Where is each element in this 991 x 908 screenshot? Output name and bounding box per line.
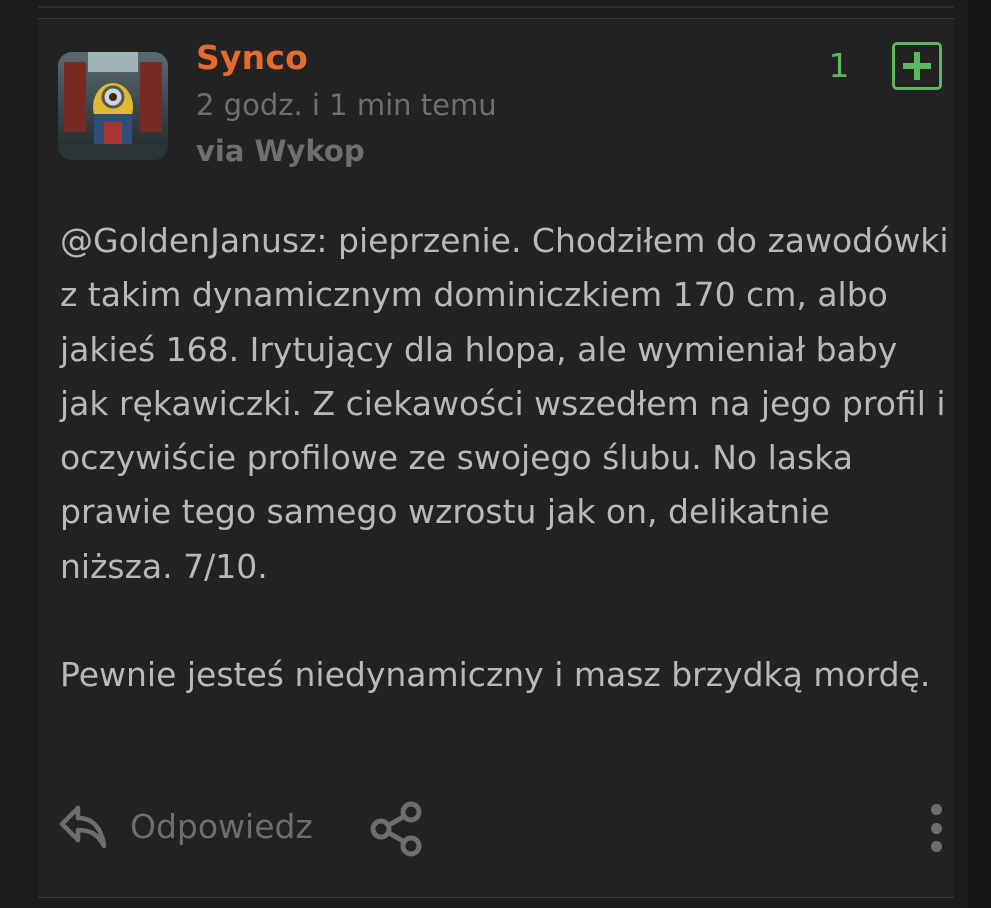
avatar[interactable]	[58, 52, 168, 160]
more-vertical-icon	[930, 804, 942, 815]
more-options-button[interactable]	[922, 802, 950, 854]
post-timestamp: 2 godz. i 1 min temu	[196, 88, 497, 122]
vote-count: 1	[828, 46, 850, 85]
reply-arrow-icon	[59, 805, 107, 849]
more-dot	[930, 822, 942, 834]
share-icon	[370, 801, 422, 857]
share-button[interactable]	[368, 800, 426, 858]
author-name[interactable]: Synco	[196, 38, 308, 77]
plus-square-icon	[903, 52, 931, 80]
scroll-edge	[968, 0, 991, 908]
reply-button[interactable]: Odpowiedz	[58, 802, 313, 850]
more-dot	[930, 841, 942, 852]
upvote-button[interactable]	[892, 42, 942, 90]
avatar-image	[58, 52, 168, 160]
top-divider	[38, 6, 954, 8]
post-source: via Wykop	[196, 134, 365, 168]
post-paragraph: Pewnie jesteś niedynamiczny i masz brzyd…	[60, 655, 931, 695]
post-paragraph: @GoldenJanusz: pieprzenie. Chodziłem do …	[60, 221, 949, 586]
post-body: @GoldenJanusz: pieprzenie. Chodziłem do …	[60, 214, 950, 702]
reply-label: Odpowiedz	[130, 806, 313, 846]
